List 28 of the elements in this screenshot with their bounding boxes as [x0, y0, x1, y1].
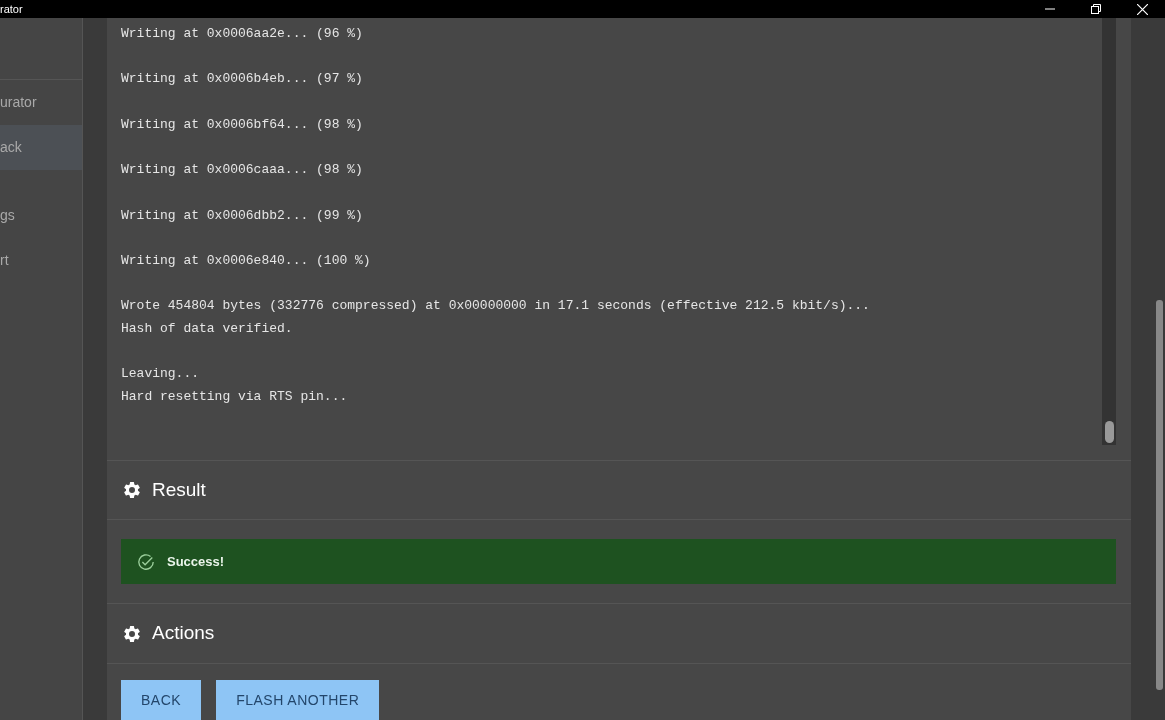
- log-scrollbar[interactable]: [1102, 18, 1116, 445]
- close-icon: [1136, 3, 1148, 15]
- check-circle-icon: [137, 552, 155, 571]
- sidebar-item[interactable]: ack: [0, 125, 82, 170]
- log-line: Wrote 454804 bytes (332776 compressed) at 0x00000000 in 17.1 seconds (effective 212.5 kbit/s)...: [121, 297, 871, 316]
- sidebar-item[interactable]: rt: [0, 238, 82, 283]
- window-title: rator: [0, 1, 24, 17]
- section-title: Actions: [152, 621, 215, 646]
- action-button[interactable]: FLASH ANOTHER: [216, 680, 380, 720]
- gear-icon: [122, 480, 142, 501]
- restore-icon: [1091, 4, 1101, 14]
- log-line: Hash of data verified.: [121, 320, 294, 339]
- log-line: Leaving...: [121, 365, 200, 384]
- log-line: Writing at 0x0006dbb2... (99 %): [121, 206, 364, 225]
- log-line: Hard resetting via RTS pin...: [121, 388, 349, 407]
- gear-icon: [122, 623, 142, 644]
- log-line: Writing at 0x0006bf64... (98 %): [121, 115, 364, 134]
- sidebar-item[interactable]: gs: [0, 193, 82, 238]
- log-line: Writing at 0x0006aa2e... (96 %): [121, 25, 364, 43]
- action-button[interactable]: BACK: [121, 680, 202, 720]
- page-scrollbar-thumb[interactable]: [1156, 300, 1163, 690]
- alert-message: Success!: [167, 553, 225, 572]
- section-title: Result: [152, 477, 206, 502]
- log-line: Writing at 0x0006e840... (100 %): [121, 251, 372, 270]
- log-line: Writing at 0x0006b4eb... (97 %): [121, 70, 364, 89]
- sidebar-item[interactable]: urator: [0, 80, 82, 125]
- log-line: Writing at 0x0006caaa... (98 %): [121, 161, 364, 180]
- scrollbar-thumb[interactable]: [1104, 421, 1114, 443]
